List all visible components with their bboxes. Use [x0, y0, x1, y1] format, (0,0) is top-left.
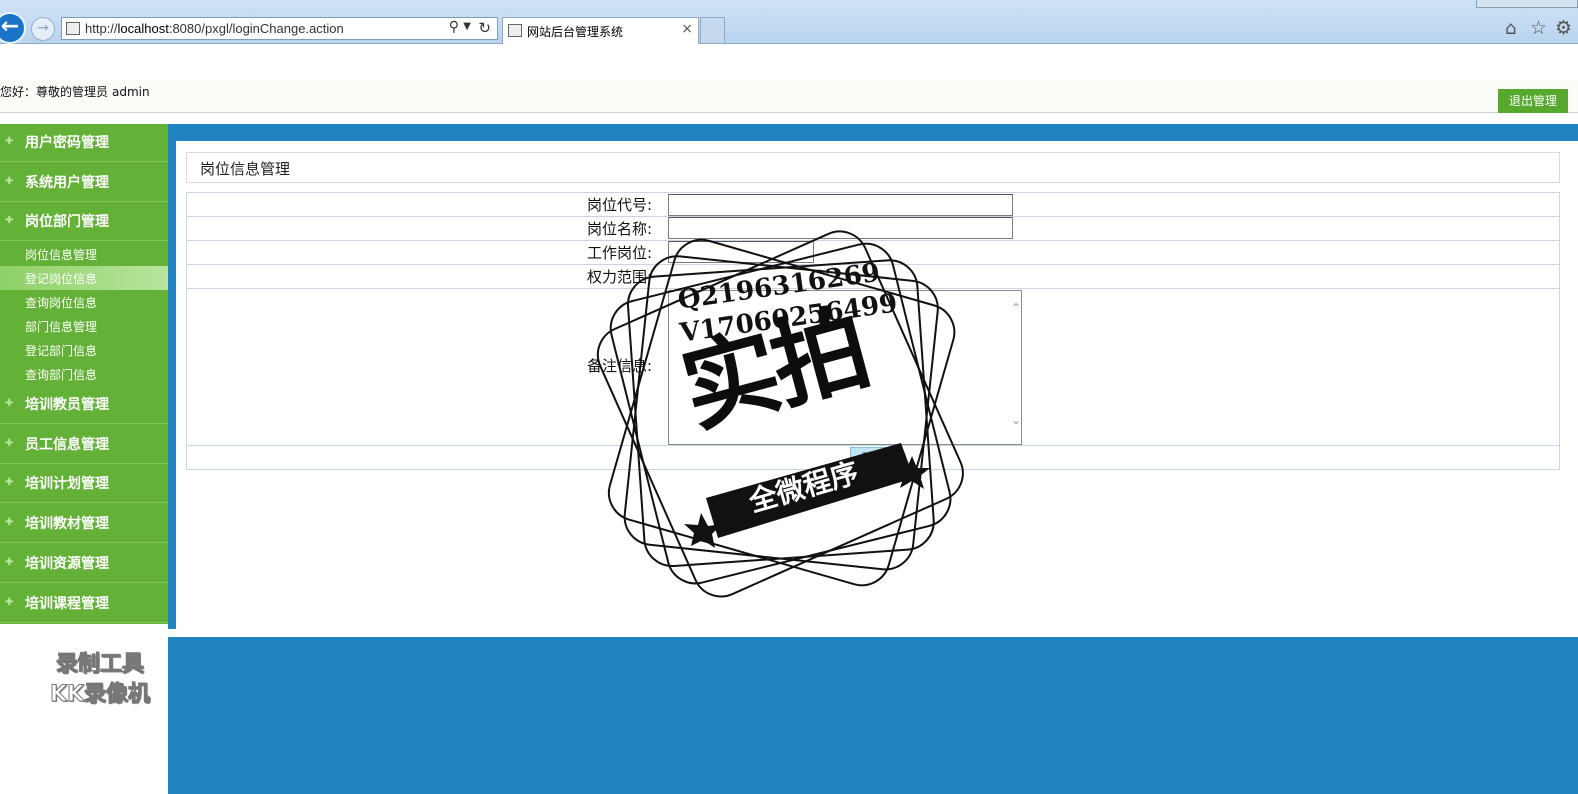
bullet-icon: ✚ [5, 136, 14, 147]
sidebar-group-label: 培训课程管理 [25, 596, 109, 612]
sidebar-group-label: 培训计划管理 [25, 476, 109, 492]
forward-arrow-icon[interactable]: → [31, 17, 55, 41]
refresh-icon[interactable]: ↻ [478, 19, 491, 37]
new-tab-button[interactable] [700, 17, 725, 43]
sidebar-item-register-position[interactable]: 登记岗位信息 [0, 266, 168, 290]
sidebar-item-query-department[interactable]: 查询部门信息 [0, 362, 168, 386]
sidebar-group-employees[interactable]: ✚ 员工信息管理 [0, 426, 168, 464]
sidebar-item-label: 查询部门信息 [25, 368, 98, 382]
tab-favicon-icon [508, 24, 522, 37]
search-icon[interactable]: ⚲ [449, 19, 459, 35]
browser-tab-active[interactable]: 网站后台管理系统 × [502, 17, 699, 44]
sidebar-group-label: 岗位部门管理 [25, 214, 109, 230]
back-arrow-icon[interactable]: ← [0, 12, 26, 44]
url-host: localhost [117, 21, 169, 36]
bullet-icon: ✚ [5, 176, 14, 187]
sidebar-group-training-materials[interactable]: ✚ 培训教材管理 [0, 505, 168, 543]
app-header: 您好：尊敬的管理员 admin 退出管理 [0, 80, 1578, 113]
sidebar-group-positions-departments[interactable]: ✚ 岗位部门管理 [0, 203, 168, 241]
logout-button[interactable]: 退出管理 [1498, 89, 1568, 113]
home-icon[interactable]: ⌂ [1505, 18, 1516, 39]
sidebar-group-label: 员工信息管理 [25, 437, 109, 453]
sidebar-item-register-department[interactable]: 登记部门信息 [0, 338, 168, 362]
content-bottom-band [168, 637, 1578, 794]
sidebar-item-label: 登记部门信息 [25, 344, 98, 358]
bullet-icon: ✚ [5, 557, 14, 568]
position-code-label: 岗位代号: [587, 196, 653, 214]
greeting-text: 您好：尊敬的管理员 admin [0, 83, 150, 100]
recorder-watermark-line2: KK录像机 [49, 682, 151, 708]
sidebar-group-system-users[interactable]: ✚ 系统用户管理 [0, 164, 168, 202]
sidebar-group-label: 用户密码管理 [25, 135, 109, 151]
sidebar-group-user-password[interactable]: ✚ 用户密码管理 [0, 124, 168, 162]
sidebar-group-training-plans[interactable]: ✚ 培训计划管理 [0, 465, 168, 503]
tab-title: 网站后台管理系统 [527, 25, 624, 39]
sidebar-group-label: 培训教员管理 [25, 397, 109, 413]
sidebar-group-training-resources[interactable]: ✚ 培训资源管理 [0, 545, 168, 583]
bullet-icon: ✚ [5, 517, 14, 528]
content-top-band [168, 124, 1578, 141]
tab-close-icon[interactable]: × [681, 21, 693, 37]
bullet-icon: ✚ [5, 597, 14, 608]
sidebar: ✚ 用户密码管理 ✚ 系统用户管理 ✚ 岗位部门管理 岗位信息管理 登记岗位信息 查询… [0, 124, 168, 624]
sidebar-item-label: 登记岗位信息 [25, 272, 98, 286]
page-title: 岗位信息管理 [200, 160, 291, 178]
url-text[interactable]: http://localhost:8080/pxgl/loginChange.a… [85, 21, 344, 36]
position-code-input[interactable] [668, 194, 1013, 216]
sidebar-group-label: 系统用户管理 [25, 175, 109, 191]
sidebar-group-training-courses[interactable]: ✚ 培训课程管理 [0, 585, 168, 623]
watermark-stamp: Q2196316269 V17060256499 实拍 全微程序 [596, 228, 971, 603]
bullet-icon: ✚ [5, 477, 14, 488]
scroll-down-icon[interactable]: ⌄ [1011, 413, 1556, 433]
bullet-icon: ✚ [5, 398, 14, 409]
favorites-star-icon[interactable]: ☆ [1530, 17, 1547, 39]
sidebar-group-label: 培训教材管理 [25, 516, 109, 532]
sidebar-item-label: 部门信息管理 [25, 320, 98, 334]
bullet-icon: ✚ [5, 438, 14, 449]
address-bar[interactable]: http://localhost:8080/pxgl/loginChange.a… [61, 17, 498, 40]
greeting-username: admin [112, 85, 150, 99]
panel-header: 岗位信息管理 [186, 152, 1560, 183]
form-row-code: 岗位代号: [186, 192, 1560, 217]
recorder-watermark: 录制工具 KK录像机 [32, 650, 168, 710]
page-favicon-icon [66, 22, 80, 35]
sidebar-divider [168, 124, 176, 629]
sidebar-item-position-info[interactable]: 岗位信息管理 [0, 242, 168, 266]
sidebar-item-query-position[interactable]: 查询岗位信息 [0, 290, 168, 314]
url-prefix: http:// [85, 21, 118, 36]
window-controls[interactable] [1476, 0, 1578, 8]
greeting-label: 您好：尊敬的管理员 [0, 85, 109, 99]
sidebar-item-label: 岗位信息管理 [25, 248, 98, 262]
scroll-up-icon[interactable]: ⌃ [1011, 301, 1556, 315]
browser-toolbar: ← → http://localhost:8080/pxgl/loginChan… [0, 0, 1578, 44]
sidebar-group-trainers[interactable]: ✚ 培训教员管理 [0, 386, 168, 424]
sidebar-item-department-info[interactable]: 部门信息管理 [0, 314, 168, 338]
sidebar-group-label: 培训资源管理 [25, 556, 109, 572]
sidebar-item-label: 查询岗位信息 [25, 296, 98, 310]
gear-icon[interactable]: ⚙ [1555, 17, 1572, 39]
dropdown-arrow-icon[interactable]: ▼ [463, 21, 471, 32]
recorder-watermark-line1: 录制工具 [55, 652, 144, 678]
bullet-icon: ✚ [5, 215, 14, 226]
url-path: :8080/pxgl/loginChange.action [168, 21, 344, 36]
